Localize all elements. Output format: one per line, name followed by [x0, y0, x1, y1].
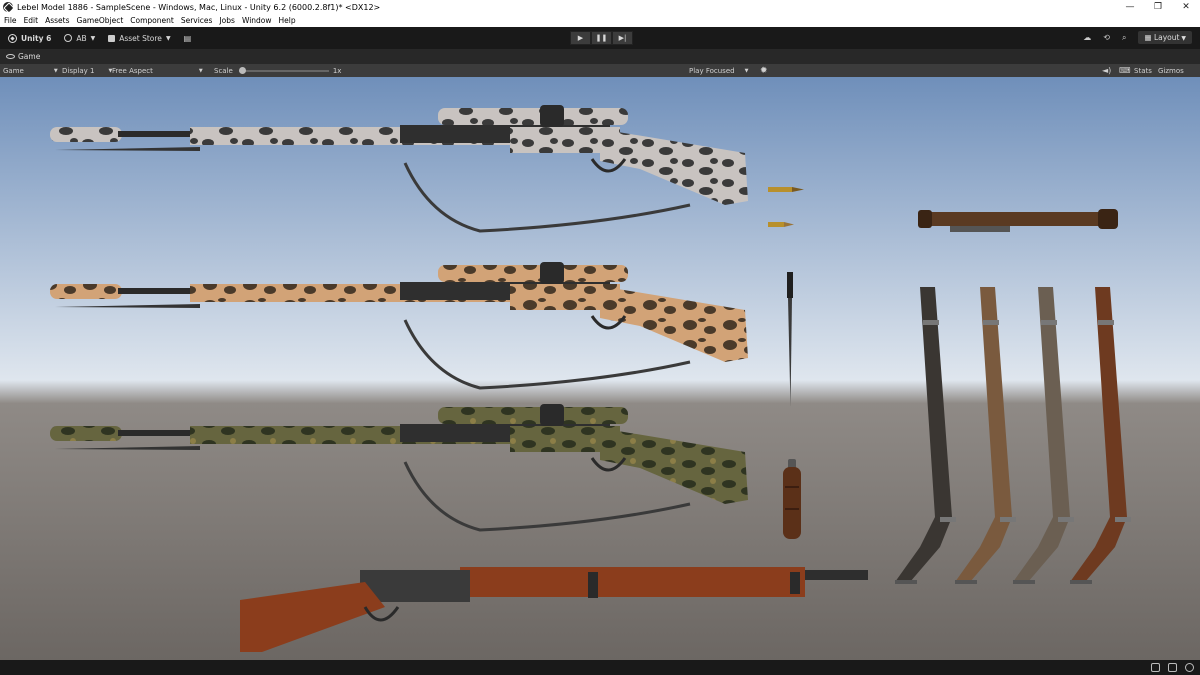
- check-status-icon[interactable]: [1185, 663, 1194, 672]
- play-mode-label: Play Focused: [689, 66, 735, 75]
- account-icon: [64, 34, 73, 42]
- debug-bug-icon[interactable]: ✹: [760, 65, 768, 76]
- close-button[interactable]: ✕: [1172, 0, 1200, 14]
- menu-services[interactable]: Services: [181, 16, 213, 25]
- chevron-down-icon: ▼: [1179, 35, 1186, 42]
- step-button[interactable]: ▶|: [612, 31, 633, 45]
- game-view-toolbar: Game ▼ Display 1 ▼ Free Aspect ▼ Scale 1…: [0, 64, 1200, 77]
- scale-label: Scale: [214, 66, 233, 75]
- window-titlebar: Lebel Model 1886 - SampleScene - Windows…: [0, 0, 1200, 14]
- window-title: Lebel Model 1886 - SampleScene - Windows…: [17, 2, 381, 12]
- chevron-down-icon: ▼: [198, 67, 203, 74]
- scale-value: 1x: [332, 66, 342, 75]
- audio-mute-icon[interactable]: ◄): [1102, 65, 1111, 76]
- view-type-label: Game: [3, 66, 24, 75]
- shopping-bag-icon: [108, 34, 116, 42]
- menu-file[interactable]: File: [4, 16, 17, 25]
- scene-render: [0, 77, 1200, 660]
- layout-label: Layout: [1153, 33, 1180, 42]
- chevron-down-icon: ▼: [165, 34, 171, 42]
- game-viewport[interactable]: [0, 77, 1200, 660]
- account-label: AB: [76, 33, 87, 43]
- aspect-label: Free Aspect: [112, 66, 153, 75]
- history-icon[interactable]: ⟲: [1103, 33, 1110, 42]
- gizmos-button[interactable]: Gizmos: [1158, 65, 1184, 76]
- menu-window[interactable]: Window: [242, 16, 272, 25]
- game-view-icon: [6, 54, 15, 59]
- network-icon[interactable]: [1168, 663, 1177, 672]
- display-dropdown[interactable]: Display 1 ▼: [62, 65, 112, 76]
- menu-gameobject[interactable]: GameObject: [77, 16, 124, 25]
- play-mode-dropdown[interactable]: Play Focused ▼: [689, 65, 748, 76]
- maximize-button[interactable]: ❐: [1144, 0, 1172, 14]
- scale-slider[interactable]: [238, 66, 329, 74]
- toolbar-right-tools: ☁ ⟲ ⌕ ▦ Layout ▼: [1083, 31, 1192, 44]
- tab-game[interactable]: Game: [0, 49, 46, 64]
- unity-app-icon: [3, 2, 13, 12]
- menu-edit[interactable]: Edit: [24, 16, 39, 25]
- menu-jobs[interactable]: Jobs: [219, 16, 234, 25]
- search-icon[interactable]: ⌕: [1122, 33, 1126, 43]
- minimize-button[interactable]: —: [1116, 0, 1144, 14]
- view-type-dropdown[interactable]: Game ▼: [3, 65, 58, 76]
- bug-report-icon[interactable]: [1151, 663, 1160, 672]
- stats-button[interactable]: Stats: [1134, 65, 1152, 76]
- menu-bar: File Edit Assets GameObject Component Se…: [0, 14, 1200, 27]
- play-button[interactable]: ▶: [570, 31, 591, 45]
- menu-assets[interactable]: Assets: [45, 16, 69, 25]
- aspect-dropdown[interactable]: Free Aspect ▼: [112, 65, 203, 76]
- layout-dropdown[interactable]: ▦ Layout ▼: [1138, 31, 1192, 44]
- unity-label: Unity 6: [21, 33, 52, 43]
- menu-component[interactable]: Component: [130, 16, 174, 25]
- unity-account-button[interactable]: Unity 6: [3, 31, 56, 46]
- play-controls: ▶ ❚❚ ▶|: [570, 31, 633, 45]
- scale-control: Scale 1x: [214, 65, 341, 76]
- chevron-down-icon: ▼: [90, 34, 96, 42]
- archive-icon: ▤: [183, 33, 192, 43]
- display-label: Display 1: [62, 66, 95, 75]
- package-button[interactable]: ▤: [179, 31, 197, 46]
- status-bar: [0, 660, 1200, 675]
- cloud-icon[interactable]: ☁: [1083, 33, 1091, 42]
- menu-help[interactable]: Help: [279, 16, 296, 25]
- asset-store-label: Asset Store: [119, 33, 162, 43]
- wrapped-grip: [783, 459, 801, 539]
- layout-grid-icon: ▦: [1144, 33, 1154, 42]
- chevron-down-icon: ▼: [53, 67, 58, 74]
- unity-logo-icon: [8, 33, 17, 43]
- chevron-down-icon: ▼: [744, 67, 749, 74]
- keyboard-shortcuts-icon[interactable]: ⌨: [1119, 65, 1131, 76]
- tab-game-label: Game: [18, 52, 41, 61]
- account-dropdown[interactable]: AB ▼: [59, 31, 100, 46]
- scale-slider-handle[interactable]: [238, 66, 246, 74]
- tab-bar: Game: [0, 49, 1200, 64]
- asset-store-dropdown[interactable]: Asset Store ▼: [103, 31, 175, 46]
- pause-button[interactable]: ❚❚: [591, 31, 612, 45]
